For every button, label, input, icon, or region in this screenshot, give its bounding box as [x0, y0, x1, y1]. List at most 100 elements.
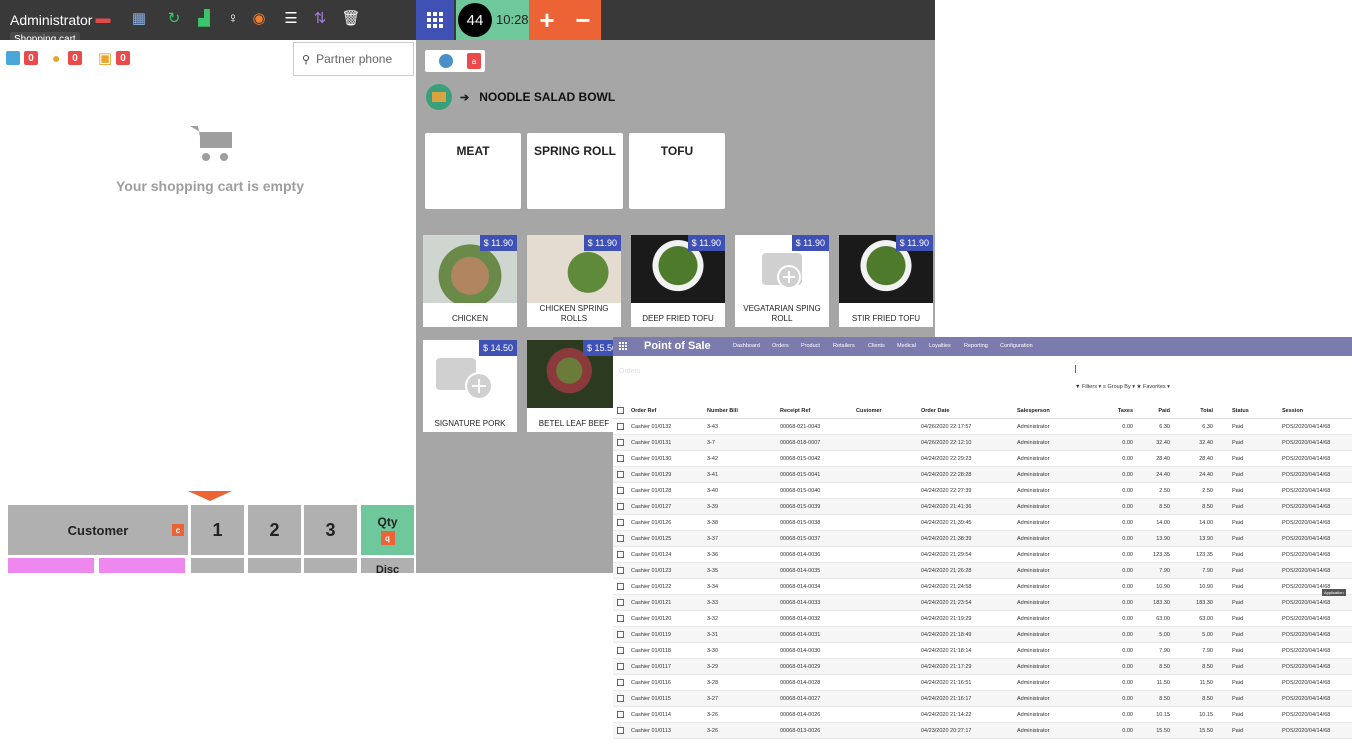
- image-icon[interactable]: ▦: [130, 10, 148, 28]
- row-checkbox[interactable]: [617, 551, 624, 558]
- add-order-button[interactable]: +: [529, 0, 565, 40]
- column-header[interactable]: Status: [1232, 408, 1249, 414]
- menu-product[interactable]: Product: [801, 343, 820, 349]
- menu-reporting[interactable]: Reporting: [964, 343, 988, 349]
- row-checkbox[interactable]: [617, 471, 624, 478]
- table-row[interactable]: Cashier 01/0117 3-29 00068-014-0029 04/24/2…: [613, 659, 1352, 675]
- bulb-icon[interactable]: ♀: [224, 10, 242, 28]
- menu-clients[interactable]: Clients: [868, 343, 885, 349]
- table-row[interactable]: Cashier 01/0119 3-31 00068-014-0031 04/24/2…: [613, 627, 1352, 643]
- row-checkbox[interactable]: [617, 727, 624, 734]
- row-checkbox[interactable]: [617, 615, 624, 622]
- stop-icon[interactable]: ◉: [250, 10, 268, 28]
- collapse-arrow-icon[interactable]: [188, 491, 232, 501]
- sort-icon[interactable]: ⇅: [311, 10, 329, 28]
- numpad-key[interactable]: [248, 558, 301, 573]
- menu-dashboard[interactable]: Dashboard: [733, 343, 760, 349]
- unlock-icon[interactable]: ▟: [195, 10, 213, 28]
- trash-icon[interactable]: 🗑: [341, 10, 360, 28]
- row-checkbox[interactable]: [617, 583, 624, 590]
- row-checkbox[interactable]: [617, 599, 624, 606]
- table-row[interactable]: Cashier 01/0129 3-41 00068-015-0041 04/24/2…: [613, 467, 1352, 483]
- column-header[interactable]: Number Bill: [707, 408, 738, 414]
- remove-order-button[interactable]: −: [565, 0, 601, 40]
- column-header[interactable]: Order Date: [921, 408, 949, 414]
- table-row[interactable]: Cashier 01/0115 3-27 00068-014-0027 04/24/2…: [613, 691, 1352, 707]
- row-checkbox[interactable]: [617, 519, 624, 526]
- app-brand[interactable]: Point of Sale: [644, 340, 711, 352]
- menu-orders[interactable]: Orders: [772, 343, 789, 349]
- customer-tag-chip[interactable]: a: [425, 50, 485, 72]
- menu-loyalties[interactable]: Loyalties: [929, 343, 951, 349]
- product-tile[interactable]: $ 11.90 STIR FRIED TOFU: [839, 235, 933, 327]
- row-checkbox[interactable]: [617, 631, 624, 638]
- apps-grid-button[interactable]: [416, 0, 454, 40]
- numpad-key-1[interactable]: 1: [191, 505, 244, 555]
- table-row[interactable]: Cashier 01/0127 3-39 00068-015-0039 04/24/2…: [613, 499, 1352, 515]
- numpad-key-2[interactable]: 2: [248, 505, 301, 555]
- table-row[interactable]: Cashier 01/0116 3-28 00068-014-0028 04/24/2…: [613, 675, 1352, 691]
- select-all-checkbox[interactable]: [617, 407, 624, 414]
- qty-button[interactable]: Qty q: [361, 505, 414, 555]
- product-tile[interactable]: $ 11.90 DEEP FRIED TOFU: [631, 235, 725, 327]
- product-tile[interactable]: $ 15.50 BETEL LEAF BEEF: [527, 340, 621, 432]
- search-input[interactable]: [1075, 365, 1076, 373]
- screen-icon[interactable]: ▬: [94, 10, 112, 28]
- row-checkbox[interactable]: [617, 695, 624, 702]
- numpad-key[interactable]: [304, 558, 357, 573]
- column-header[interactable]: Salesperson: [1017, 408, 1050, 414]
- table-row[interactable]: Cashier 01/0113 3-26 00068-013-0026 04/23/2…: [613, 723, 1352, 739]
- list-icon[interactable]: ☰: [282, 10, 300, 28]
- column-header[interactable]: Taxes: [1109, 408, 1133, 414]
- column-header[interactable]: Receipt Ref: [780, 408, 810, 414]
- table-row[interactable]: Cashier 01/0125 3-37 00068-015-0037 04/24/2…: [613, 531, 1352, 547]
- numpad-key[interactable]: [191, 558, 244, 573]
- column-header[interactable]: Paid: [1150, 408, 1170, 414]
- table-row[interactable]: Cashier 01/0132 3-43 00068-021-0043 04/26/2…: [613, 419, 1352, 435]
- product-tile[interactable]: $ 11.90 CHICKEN SPRING ROLLS: [527, 235, 621, 327]
- home-icon[interactable]: [426, 84, 452, 110]
- payment-button[interactable]: [99, 558, 185, 573]
- table-row[interactable]: Cashier 01/0118 3-30 00068-014-0030 04/24/2…: [613, 643, 1352, 659]
- row-checkbox[interactable]: [617, 487, 624, 494]
- menu-configuration[interactable]: Configuration: [1000, 343, 1033, 349]
- breadcrumb-current[interactable]: NOODLE SALAD BOWL: [479, 90, 615, 104]
- row-checkbox[interactable]: [617, 711, 624, 718]
- column-header[interactable]: Customer: [856, 408, 882, 414]
- table-row[interactable]: Cashier 01/0130 3-42 00068-015-0042 04/24/2…: [613, 451, 1352, 467]
- user-name[interactable]: Administrator: [10, 12, 92, 28]
- partner-search-input[interactable]: ⚲ Partner phone: [293, 42, 414, 76]
- row-checkbox[interactable]: [617, 503, 624, 510]
- product-tile[interactable]: $ 11.90 VEGATARIAN SPING ROLL: [735, 235, 829, 327]
- table-row[interactable]: Cashier 01/0123 3-35 00068-014-0035 04/24/2…: [613, 563, 1352, 579]
- table-row[interactable]: Cashier 01/0128 3-40 00068-015-0040 04/24/2…: [613, 483, 1352, 499]
- disc-button[interactable]: Disc: [361, 558, 414, 573]
- row-checkbox[interactable]: [617, 423, 624, 430]
- column-header[interactable]: Session: [1282, 408, 1303, 414]
- row-checkbox[interactable]: [617, 663, 624, 670]
- menu-medical[interactable]: Medical: [897, 343, 916, 349]
- customer-button[interactable]: Customer c: [8, 505, 188, 555]
- row-checkbox[interactable]: [617, 679, 624, 686]
- menu-retailers[interactable]: Retailers: [833, 343, 855, 349]
- table-row[interactable]: Cashier 01/0126 3-38 00068-015-0038 04/24/2…: [613, 515, 1352, 531]
- product-tile[interactable]: $ 14.50 SIGNATURE PORK: [423, 340, 517, 432]
- filter-bar[interactable]: ▼ Filters ▾ ≡ Group By ▾ ★ Favorites ▾: [1075, 384, 1170, 390]
- product-tile[interactable]: $ 11.90 CHICKEN: [423, 235, 517, 327]
- table-row[interactable]: Cashier 01/0114 3-26 00068-014-0026 04/24/2…: [613, 707, 1352, 723]
- table-row[interactable]: Cashier 01/0121 3-33 00068-014-0033 04/24/2…: [613, 595, 1352, 611]
- numpad-key-3[interactable]: 3: [304, 505, 357, 555]
- row-checkbox[interactable]: [617, 455, 624, 462]
- column-header[interactable]: Order Ref: [631, 408, 656, 414]
- column-header[interactable]: Total: [1193, 408, 1213, 414]
- apps-menu-icon[interactable]: [619, 342, 627, 350]
- row-checkbox[interactable]: [617, 647, 624, 654]
- table-row[interactable]: Cashier 01/0124 3-36 00068-014-0036 04/24/2…: [613, 547, 1352, 563]
- table-row[interactable]: Cashier 01/0122 3-34 00068-014-0034 04/24/2…: [613, 579, 1352, 595]
- table-row[interactable]: Cashier 01/0120 3-32 00068-014-0032 04/24/2…: [613, 611, 1352, 627]
- row-checkbox[interactable]: [617, 567, 624, 574]
- category-tile[interactable]: MEAT: [425, 133, 521, 209]
- table-row[interactable]: Cashier 01/0131 3-7 00068-018-0007 04/26/20…: [613, 435, 1352, 451]
- row-checkbox[interactable]: [617, 439, 624, 446]
- category-tile[interactable]: TOFU: [629, 133, 725, 209]
